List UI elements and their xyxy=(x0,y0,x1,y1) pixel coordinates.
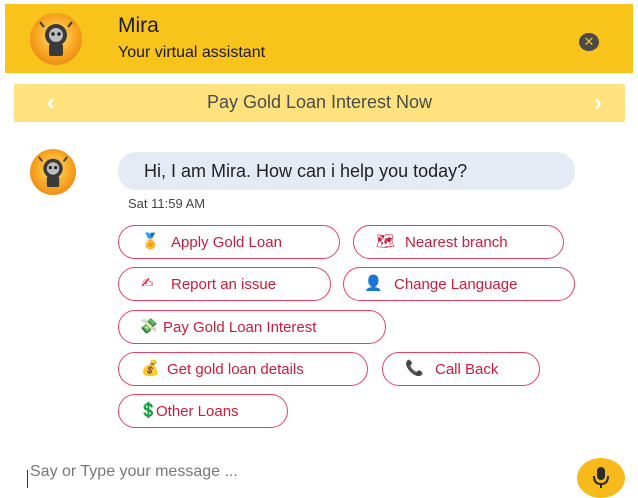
promo-banner[interactable]: ‹ Pay Gold Loan Interest Now › xyxy=(14,84,625,122)
assistant-name: Mira xyxy=(118,14,159,37)
microphone-icon xyxy=(593,467,609,488)
mascot-icon xyxy=(38,156,68,188)
money-bag-icon: 💰 xyxy=(141,360,160,377)
dollar-icon: 💲 xyxy=(139,402,158,419)
chip-label: Nearest branch xyxy=(405,234,508,251)
medal-icon: 🏅 xyxy=(141,233,160,250)
text-caret xyxy=(27,470,28,488)
money-icon: 💸 xyxy=(139,318,158,335)
chip-label: Report an issue xyxy=(171,276,277,293)
chip-label: Change Language xyxy=(394,276,518,293)
close-icon[interactable]: ✕ xyxy=(579,33,599,51)
message-timestamp: Sat 11:59 AM xyxy=(128,196,206,211)
quick-reply-other-loans[interactable]: 💲 Other Loans xyxy=(118,394,288,428)
quick-reply-change-language[interactable]: 👤 Change Language xyxy=(343,267,575,301)
chat-header: Mira Your virtual assistant ✕ xyxy=(5,4,633,73)
quick-reply-apply-gold-loan[interactable]: 🏅 Apply Gold Loan xyxy=(118,225,340,259)
message-input-wrapper[interactable] xyxy=(30,457,550,487)
microphone-button[interactable] xyxy=(577,458,625,498)
quick-reply-nearest-branch[interactable]: 🗺 Nearest branch xyxy=(353,225,564,259)
chip-label: Call Back xyxy=(435,361,499,378)
message-input[interactable] xyxy=(30,457,550,487)
chip-label: Pay Gold Loan Interest xyxy=(163,319,317,336)
bot-message-bubble: Hi, I am Mira. How can i help you today? xyxy=(118,152,575,190)
quick-reply-report-issue[interactable]: ✍ Report an issue xyxy=(118,267,331,301)
banner-text[interactable]: Pay Gold Loan Interest Now xyxy=(14,92,625,113)
assistant-subtitle: Your virtual assistant xyxy=(118,44,266,61)
chevron-right-icon[interactable]: › xyxy=(594,89,602,117)
bot-message-text: Hi, I am Mira. How can i help you today? xyxy=(144,161,468,181)
mascot-icon xyxy=(39,21,73,56)
phone-icon: 📞 xyxy=(405,360,424,377)
mira-avatar xyxy=(30,13,82,65)
pencil-icon: ✍ xyxy=(141,275,154,292)
chip-label: Other Loans xyxy=(156,403,239,420)
quick-reply-loan-details[interactable]: 💰 Get gold loan details xyxy=(118,352,368,386)
map-icon: 🗺 xyxy=(376,233,396,250)
composer xyxy=(0,449,638,492)
quick-reply-call-back[interactable]: 📞 Call Back xyxy=(382,352,540,386)
chip-label: Get gold loan details xyxy=(167,361,304,378)
quick-reply-pay-interest[interactable]: 💸 Pay Gold Loan Interest xyxy=(118,310,386,344)
bot-avatar xyxy=(30,149,76,195)
person-icon: 👤 xyxy=(364,275,383,292)
chip-label: Apply Gold Loan xyxy=(171,234,282,251)
